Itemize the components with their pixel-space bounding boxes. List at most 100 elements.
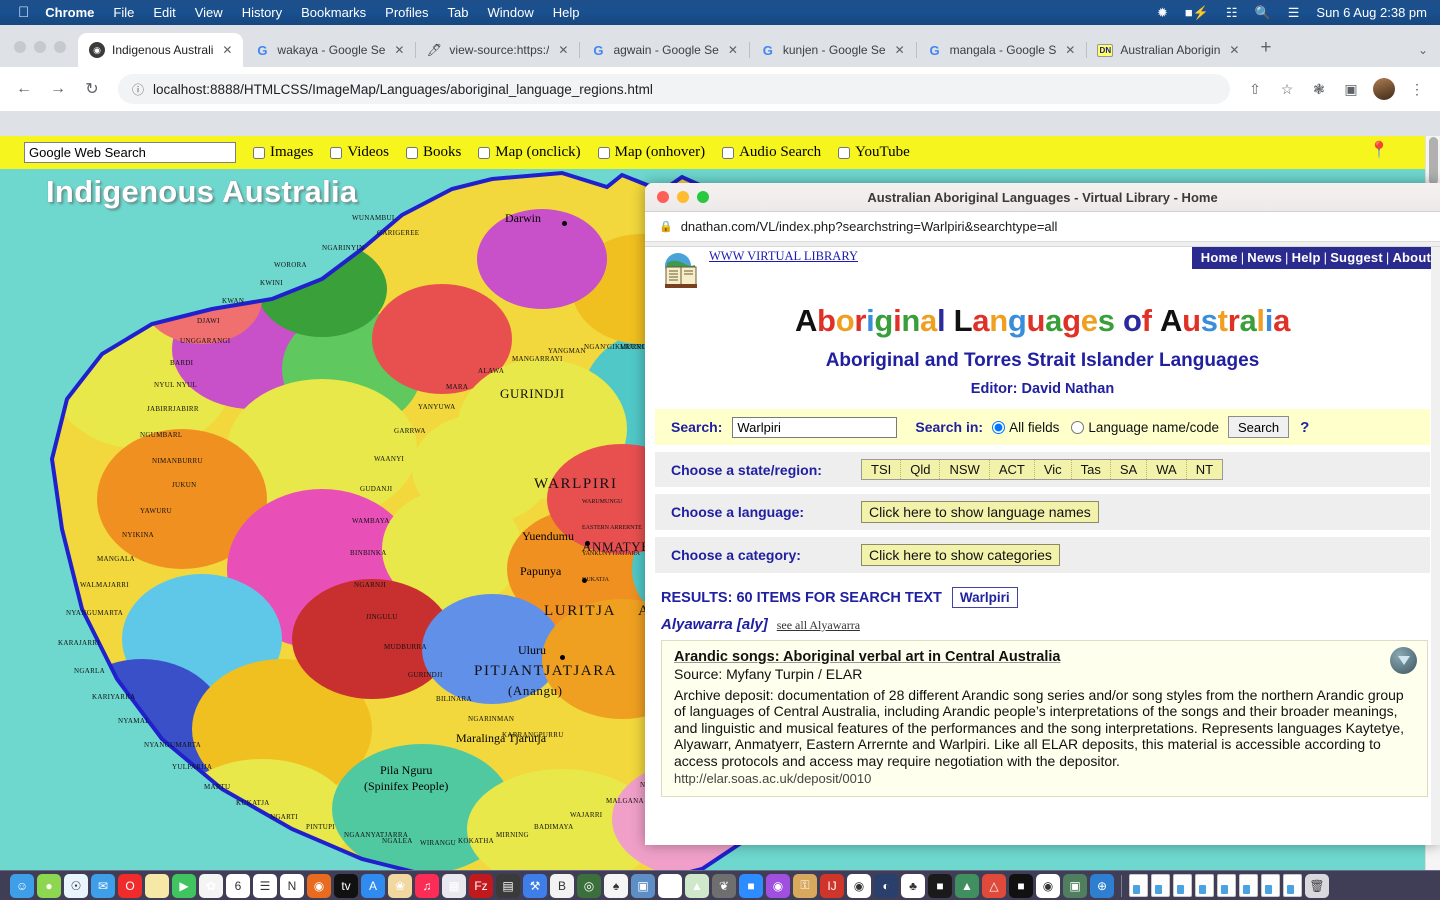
map-label-luritja[interactable]: LURITJA	[544, 603, 616, 620]
map-small-label[interactable]: GURINDJI	[408, 671, 443, 679]
dock-icon-chrome[interactable]: ◉	[847, 873, 871, 898]
dock-icon-world-globe[interactable]: ⊕	[1090, 873, 1114, 898]
inner-window-url-bar[interactable]: 🔒 dnathan.com/VL/index.php?searchstring=…	[645, 212, 1440, 242]
nav-about[interactable]: About	[1392, 250, 1431, 265]
tab-mangala-google-search[interactable]: G mangala - Google S ✕	[916, 33, 1088, 67]
see-all-link[interactable]: see all Alyawarra	[777, 618, 860, 633]
map-small-label[interactable]: KARAJARRI	[58, 639, 100, 647]
tab-search-chevron-icon[interactable]: ⌄	[1418, 43, 1428, 57]
map-label-gurindji[interactable]: GURINDJI	[500, 386, 565, 402]
menu-bar-clock[interactable]: Sun 6 Aug 2:38 pm	[1316, 5, 1427, 20]
puzzle-icon[interactable]: ❃	[1306, 76, 1332, 102]
map-small-label[interactable]: YULPARIJA	[172, 763, 212, 771]
share-icon[interactable]: ⇧	[1242, 76, 1268, 102]
map-small-label[interactable]: YANYUWA	[418, 403, 456, 411]
map-small-label[interactable]: YANGMAN	[548, 347, 586, 355]
dock-icon-ant-app[interactable]: ❦	[712, 873, 736, 898]
help-question-icon[interactable]: ?	[1300, 419, 1309, 436]
dock-icon-launchpad[interactable]: ●	[37, 873, 61, 898]
checkbox-map-onclick-input[interactable]	[478, 146, 491, 159]
menu-item-window[interactable]: Window	[488, 5, 534, 20]
map-small-label[interactable]: NGUMBARL	[140, 431, 182, 439]
map-small-label[interactable]: JUKUN	[172, 481, 196, 489]
checkbox-books-input[interactable]	[405, 146, 418, 159]
tab-view-source[interactable]: 🖊 view-source:https:/ ✕	[415, 33, 581, 67]
tab-wakaya-google-search[interactable]: G wakaya - Google Se ✕	[243, 33, 417, 67]
map-small-label[interactable]: WAANYI	[374, 455, 404, 463]
menu-item-help[interactable]: Help	[553, 5, 580, 20]
dock-icon-keychain[interactable]: ⚿	[793, 873, 817, 898]
dock-icon-document[interactable]	[658, 873, 682, 898]
search-icon[interactable]: 🔍	[1255, 5, 1271, 21]
apple-logo-icon[interactable]: 	[18, 5, 29, 20]
map-dot-label[interactable]: EASTERN ARRERNTE	[582, 525, 642, 531]
dock-icon-trash[interactable]: 🗑	[1305, 873, 1329, 898]
map-small-label[interactable]: NGARLA	[74, 667, 105, 675]
checkbox-images-input[interactable]	[253, 146, 265, 159]
checkbox-videos[interactable]: Videos	[330, 144, 389, 161]
close-tab-icon[interactable]: ✕	[726, 43, 740, 57]
map-small-label[interactable]: MIRNING	[496, 831, 529, 839]
dock-icon-preview[interactable]: ◐	[874, 873, 898, 898]
map-small-label[interactable]: NGALEA	[382, 837, 413, 845]
dock-icon-podcasts[interactable]: ◉	[766, 873, 790, 898]
close-tab-icon[interactable]: ✕	[220, 43, 234, 57]
dock-icon-compass-app[interactable]: ▲	[955, 873, 979, 898]
map-small-label[interactable]: NYUL NYUL	[154, 381, 197, 389]
side-panel-icon[interactable]: ▣	[1338, 76, 1364, 102]
tab-kunjen-google-search[interactable]: G kunjen - Google Se ✕	[749, 33, 917, 67]
map-small-label[interactable]: NGARTI	[270, 813, 298, 821]
map-small-label[interactable]: ALAWA	[478, 367, 504, 375]
menu-item-edit[interactable]: Edit	[153, 5, 175, 20]
checkbox-map-onhover-input[interactable]	[597, 146, 610, 159]
close-tab-icon[interactable]: ✕	[1227, 43, 1241, 57]
nav-help[interactable]: Help	[1292, 250, 1321, 265]
dock-icon-firefox[interactable]: ◉	[307, 873, 331, 898]
dock-minimized-document[interactable]	[1283, 874, 1302, 897]
checkbox-audio-search[interactable]: Audio Search	[722, 144, 821, 161]
dock-icon-screens[interactable]: ▣	[631, 873, 655, 898]
battery-charging-icon[interactable]: ■⚡	[1185, 5, 1209, 21]
dock-icon-apple-tv[interactable]: tv	[334, 873, 358, 898]
menu-item-file[interactable]: File	[113, 5, 134, 20]
page-scrollbar-thumb[interactable]	[1429, 137, 1438, 185]
map-small-label[interactable]: WUNAMBUL	[352, 214, 396, 222]
dock-icon-finder[interactable]: ☺	[10, 873, 34, 898]
map-dot-label[interactable]: YANKUNYTJATJARA	[582, 551, 640, 557]
result-title[interactable]: Arandic songs: Aboriginal verbal art in …	[674, 649, 1415, 665]
radio-language-name-input[interactable]	[1071, 420, 1085, 434]
search-input[interactable]	[732, 416, 898, 438]
maximize-window-button[interactable]	[54, 41, 66, 53]
dock-icon-filezilla[interactable]: Fz	[469, 873, 493, 898]
dock-icon-maps[interactable]: ▲	[685, 873, 709, 898]
tab-australian-aboriginal[interactable]: DN Australian Aborigin ✕	[1086, 33, 1250, 67]
bluetooth-icon[interactable]: ✹	[1157, 5, 1168, 21]
menu-item-view[interactable]: View	[195, 5, 223, 20]
dock-icon-news[interactable]: N	[280, 873, 304, 898]
dock-minimized-document[interactable]	[1173, 874, 1192, 897]
map-small-label[interactable]: YAWURU	[140, 507, 172, 515]
reload-button[interactable]: ↻	[78, 75, 106, 103]
map-small-label[interactable]: WORORA	[274, 261, 307, 269]
map-small-label[interactable]: PINTUPI	[306, 823, 335, 831]
map-small-label[interactable]: MANGALA	[97, 555, 135, 563]
map-small-label[interactable]: NGARINMAN	[468, 715, 514, 723]
dock-icon-music[interactable]: ♫	[415, 873, 439, 898]
dock-icon-terminal[interactable]: ■	[928, 873, 952, 898]
info-circle-icon[interactable]: ⓘ	[132, 81, 144, 98]
menu-item-profiles[interactable]: Profiles	[385, 5, 428, 20]
state-option-act[interactable]: ACT	[990, 460, 1035, 479]
dock-icon-safari[interactable]: ☉	[64, 873, 88, 898]
state-option-vic[interactable]: Vic	[1035, 460, 1072, 479]
radio-language-name[interactable]: Language name/code	[1071, 420, 1219, 435]
dock-icon-intellij[interactable]: IJ	[820, 873, 844, 898]
map-small-label[interactable]: KARRANGPURRU	[502, 731, 564, 739]
dock-icon-photos[interactable]: ✿	[199, 873, 223, 898]
state-option-wa[interactable]: WA	[1147, 460, 1187, 479]
map-small-label[interactable]: MANGARRAYI	[512, 355, 563, 363]
map-label-pitjantjatjara[interactable]: PITJANTJATJARA	[474, 663, 617, 680]
close-tab-icon[interactable]: ✕	[392, 43, 406, 57]
map-small-label[interactable]: KWAN	[222, 297, 244, 305]
show-categories-button[interactable]: Click here to show categories	[861, 544, 1060, 566]
close-tab-icon[interactable]: ✕	[1063, 43, 1077, 57]
